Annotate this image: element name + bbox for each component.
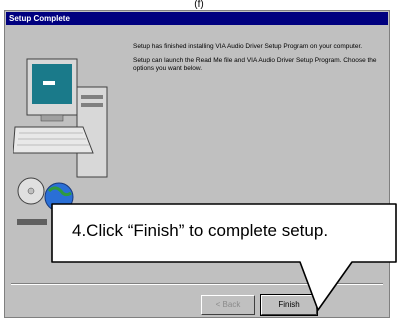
launch-message: Setup can launch the Read Me file and VI… — [133, 57, 377, 72]
computer-illustration-icon — [13, 58, 108, 225]
dialog-title: Setup Complete — [6, 12, 388, 25]
setup-complete-dialog: Setup Complete Setup has finished instal… — [4, 10, 390, 318]
back-button[interactable]: < Back — [201, 295, 255, 315]
finish-button[interactable]: Finish — [260, 294, 318, 316]
figure-label: (f) — [194, 0, 204, 9]
dialog-divider — [11, 283, 383, 285]
finish-message: Setup has finished installing VIA Audio … — [133, 43, 363, 50]
callout-text: 4.Click “Finish” to complete setup. — [72, 221, 329, 240]
